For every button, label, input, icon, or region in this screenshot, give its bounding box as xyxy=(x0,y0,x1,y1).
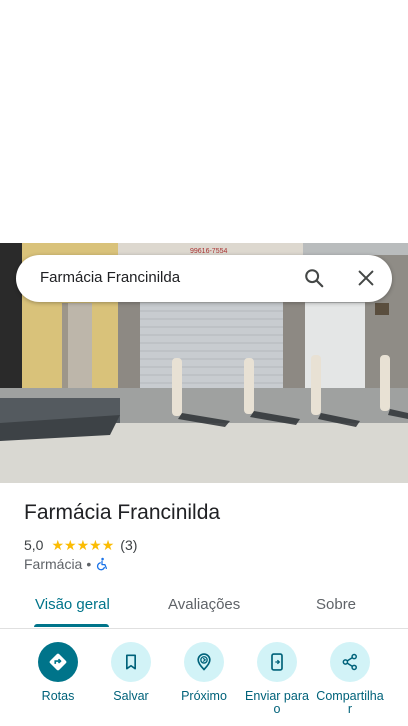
review-count[interactable]: (3) xyxy=(120,537,137,553)
star-icon: ★ xyxy=(64,537,77,553)
search-input[interactable]: Farmácia Francinilda xyxy=(40,269,180,286)
save-label: Salvar xyxy=(113,689,149,703)
star-icon: ★ xyxy=(76,537,90,553)
tab-reviews[interactable]: Avaliações xyxy=(168,596,240,613)
close-icon[interactable] xyxy=(355,267,377,289)
nearby-icon xyxy=(197,653,211,671)
share-icon xyxy=(342,653,357,671)
search-bar[interactable]: Farmácia Francinilda xyxy=(16,255,392,302)
separator-dot: • xyxy=(86,556,92,572)
active-tab-indicator xyxy=(34,624,109,627)
send-to-phone-icon xyxy=(271,653,283,671)
rating-value: 5,0 xyxy=(24,537,44,553)
category-row: Farmácia • xyxy=(24,556,109,572)
star-icon: ★ xyxy=(89,537,102,553)
nearby-label: Próximo xyxy=(181,689,227,703)
place-category[interactable]: Farmácia xyxy=(24,556,82,572)
wheelchair-accessible-icon xyxy=(97,557,108,571)
star-rating: ★ ★ ★ ★ ★ xyxy=(51,538,114,552)
save-button[interactable]: Salvar xyxy=(91,642,171,703)
tab-about[interactable]: Sobre xyxy=(316,596,356,613)
star-icon: ★ xyxy=(51,537,65,553)
tab-overview[interactable]: Visão geral xyxy=(35,596,110,613)
share-button[interactable]: Compartilhar xyxy=(310,642,390,716)
share-label: Compartilhar xyxy=(316,689,384,716)
send-to-device-button[interactable]: Enviar para o xyxy=(237,642,317,716)
bookmark-icon xyxy=(126,654,136,670)
rating-row[interactable]: 5,0 ★ ★ ★ ★ ★ (3) xyxy=(24,536,137,554)
search-icon[interactable] xyxy=(303,267,325,289)
place-title: Farmácia Francinilda xyxy=(24,501,221,524)
map-blank-area xyxy=(0,0,408,243)
storefront-sign-text: 99616-7554 xyxy=(190,248,227,255)
nearby-button[interactable]: Próximo xyxy=(164,642,244,703)
directions-button[interactable]: Rotas xyxy=(18,642,98,703)
tab-bar: Visão geral Avaliações Sobre xyxy=(0,586,408,629)
send-to-device-label: Enviar para o xyxy=(245,689,309,716)
directions-label: Rotas xyxy=(41,689,75,703)
directions-icon xyxy=(49,653,67,671)
star-icon: ★ xyxy=(101,537,115,553)
